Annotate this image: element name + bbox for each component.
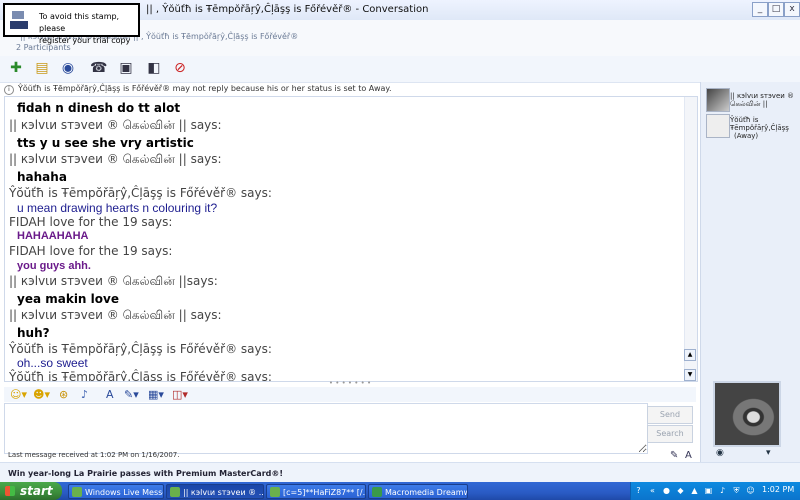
- wink-icon[interactable]: ☻▾: [33, 388, 50, 402]
- contact-name-line-1: Ŷŏŭťħ is: [730, 116, 759, 124]
- avatar: [706, 88, 730, 112]
- security-icon[interactable]: ⛨: [732, 486, 741, 495]
- voice-clip-icon[interactable]: ♪: [81, 388, 88, 402]
- message-sender: FIDAH love for the 19 says:: [9, 244, 173, 258]
- stamp-line-1: To avoid this stamp, please: [39, 12, 120, 33]
- message-text: oh...so sweet: [17, 356, 88, 370]
- help-icon[interactable]: ?: [634, 486, 643, 495]
- taskbar-item-label: [c=5]**HaFiZ87** [/...: [283, 488, 366, 497]
- text-mode-icon[interactable]: A: [685, 450, 692, 461]
- my-display-picture[interactable]: [713, 381, 781, 447]
- maximize-button[interactable]: □: [768, 2, 784, 17]
- stamp-text: To avoid this stamp, please register you…: [39, 11, 138, 47]
- webcam-icon[interactable]: ◉: [716, 448, 724, 458]
- message-text: HAHAAHAHA: [17, 230, 89, 242]
- last-message-status: Last message received at 1:02 PM on 1/16…: [8, 451, 180, 459]
- ad-link[interactable]: Win year-long La Prairie passes with Pre…: [8, 469, 283, 478]
- message-text: tts y u see she vry artistic: [17, 136, 194, 150]
- volume-icon[interactable]: ♪: [718, 486, 727, 495]
- taskbar-item[interactable]: || кэlvιи sтэveи ® ...: [166, 484, 264, 499]
- message-sender: || кэlvιи sтэveи ® கெல்வின் ||says:: [9, 274, 218, 288]
- message-sender: || кэlvιи sтэveи ® கெல்வின் || says:: [9, 152, 222, 166]
- background-icon[interactable]: ▦▾: [148, 388, 164, 402]
- info-icon: i: [4, 85, 14, 95]
- activities-icon[interactable]: ▣: [118, 60, 134, 76]
- messenger-icon: [270, 487, 280, 497]
- contact-status: (Away): [734, 132, 759, 140]
- message-text: fidah n dinesh do tt alot: [17, 101, 181, 115]
- messenger-icon: [72, 487, 82, 497]
- message-sender: || кэlvιи sтэveи ® கெல்வின் || says:: [9, 118, 222, 132]
- stamp-line-2: register your trial copy: [39, 36, 131, 45]
- invite-icon[interactable]: ✚: [8, 60, 24, 76]
- windows-logo-icon: [5, 486, 15, 496]
- conversation-history[interactable]: fidah n dinesh do tt alot || кэlvιи sтэv…: [4, 96, 698, 382]
- tray-app-icon[interactable]: ●: [662, 486, 671, 495]
- message-text: yea makin love: [17, 292, 119, 306]
- arrow-icon[interactable]: «: [648, 486, 657, 495]
- send-button[interactable]: Send: [647, 406, 693, 424]
- gift-icon[interactable]: ◫▾: [172, 388, 188, 402]
- taskbar-item-label: || кэlvιи sтэveи ® ...: [183, 488, 264, 497]
- message-sender: Ŷŏŭťħ is Ŧēmpŏřāŗŷ,Ĉļāşş is Főřévěř® say…: [9, 186, 272, 200]
- taskbar-item-label: Windows Live Messen...: [85, 488, 163, 497]
- message-sender: Ŷŏŭťħ is Ŧēmpŏřāŗŷ,Ĉļāşş is Főřévěř® say…: [9, 342, 272, 356]
- stamp-logo-icon: [10, 11, 28, 29]
- contact-name-line-1: || кэlvιи sтэveи ®: [730, 92, 795, 100]
- message-text: u mean drawing hearts n colouring it?: [17, 201, 218, 215]
- contact-name-line-2: Ŧēmpŏřāŗŷ,Ĉļāşş: [730, 124, 789, 132]
- messenger-icon: [170, 487, 180, 497]
- emoticon-icon[interactable]: ☺▾: [10, 388, 27, 402]
- scroll-up-button[interactable]: ▲: [684, 349, 696, 361]
- trial-stamp: To avoid this stamp, please register you…: [3, 3, 140, 45]
- messenger-tray-icon[interactable]: ☺: [746, 486, 755, 495]
- window-title: || , Ŷŏŭťħ is Ŧēmpŏřāŗŷ,Ĉļāşş is Főřévěř…: [146, 4, 429, 15]
- close-button[interactable]: x: [784, 2, 800, 17]
- search-button[interactable]: Search: [647, 425, 693, 443]
- status-notice: i Ŷŏŭťħ is Ŧēmpŏřāŗŷ,Ĉļāşş is Főřévěř® ma…: [4, 83, 696, 95]
- status-notice-text: Ŷŏŭťħ is Ŧēmpŏřāŗŷ,Ĉļāşş is Főřévěř® may…: [18, 84, 392, 93]
- taskbar-item[interactable]: Macromedia Dreamw...: [368, 484, 468, 499]
- games-icon[interactable]: ◧: [146, 60, 162, 76]
- message-sender: || кэlvιи sтэveи ® கெல்வின் || says:: [9, 308, 222, 322]
- taskbar-item[interactable]: [c=5]**HaFiZ87** [/...: [266, 484, 366, 499]
- tray-app-icon[interactable]: ◆: [676, 486, 685, 495]
- handwriting-icon[interactable]: ✎: [670, 450, 678, 461]
- message-text: you guys ahh.: [17, 260, 91, 272]
- scroll-down-button[interactable]: ▼: [684, 369, 696, 381]
- conversation-scrollbar[interactable]: ▲ ▼: [684, 97, 697, 381]
- taskbar-item-label: Macromedia Dreamw...: [385, 488, 468, 497]
- chevron-down-icon[interactable]: ▾: [766, 448, 771, 458]
- message-sender: FIDAH love for the 19 says:: [9, 215, 173, 229]
- video-icon[interactable]: ◉: [60, 60, 76, 76]
- message-text: hahaha: [17, 170, 67, 184]
- taskbar-item[interactable]: Windows Live Messen...: [68, 484, 164, 499]
- nudge-icon[interactable]: ⊛: [59, 388, 68, 402]
- send-files-icon[interactable]: ▤: [34, 60, 50, 76]
- pencil-icon[interactable]: ✎▾: [124, 388, 139, 402]
- network-icon[interactable]: ▣: [704, 486, 713, 495]
- message-text: huh?: [17, 326, 50, 340]
- call-icon[interactable]: ☎: [90, 60, 107, 76]
- avatar: [706, 114, 730, 138]
- minimize-button[interactable]: _: [752, 2, 768, 17]
- dreamweaver-icon: [372, 487, 382, 497]
- block-icon[interactable]: ⊘: [172, 60, 188, 76]
- tray-app-icon[interactable]: ▲: [690, 486, 699, 495]
- contact-name-line-2: கெல்வின் ||: [730, 100, 768, 108]
- message-input[interactable]: [4, 403, 648, 454]
- clock: 1:02 PM: [762, 485, 795, 494]
- font-icon[interactable]: A: [106, 388, 114, 402]
